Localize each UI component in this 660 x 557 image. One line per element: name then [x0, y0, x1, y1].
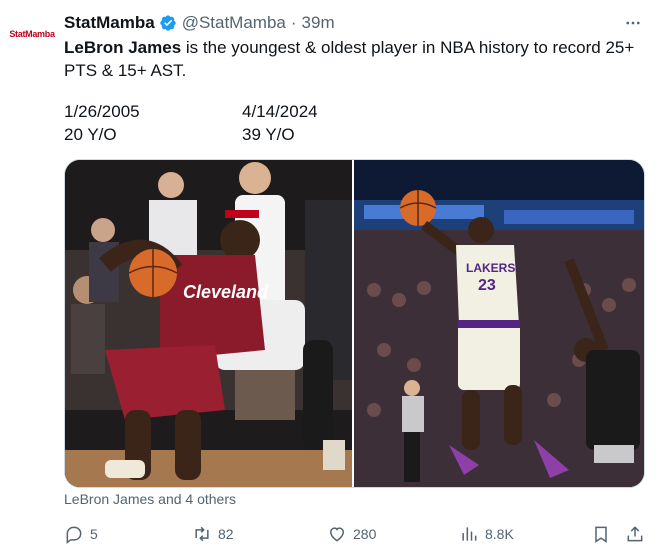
repost-button[interactable]: 82: [192, 520, 234, 548]
like-count: 280: [353, 526, 377, 542]
repost-count: 82: [218, 526, 234, 542]
timestamp[interactable]: 39m: [302, 13, 335, 33]
jersey-text-lakers: LAKERS: [466, 261, 515, 275]
reply-button[interactable]: 5: [64, 520, 98, 548]
avatar[interactable]: StatMamba: [9, 24, 55, 44]
reply-icon: [66, 526, 82, 544]
share-button[interactable]: [625, 520, 651, 548]
date-label: 1/26/2005: [64, 102, 140, 121]
age-label: 39 Y/O: [242, 125, 295, 144]
media-grid: Cleveland LAKERS 23: [64, 159, 645, 488]
separator-dot: ·: [290, 13, 297, 32]
photo-lebron-lakers[interactable]: LAKERS 23: [354, 160, 644, 487]
bookmark-button[interactable]: [591, 520, 617, 548]
photo-lebron-cavaliers[interactable]: Cleveland: [65, 160, 354, 487]
tweet-header: StatMamba @StatMamba · 39m: [64, 12, 335, 34]
tagged-people[interactable]: LeBron James and 4 others: [64, 491, 236, 507]
like-button[interactable]: 280: [327, 520, 376, 548]
age-label: 20 Y/O: [64, 125, 117, 144]
photo-lebron-lakers-illustration: LAKERS 23: [354, 160, 644, 487]
like-icon: [329, 527, 345, 542]
share-icon: [627, 526, 643, 542]
user-handle[interactable]: @StatMamba: [182, 13, 286, 33]
views-button[interactable]: 8.8K: [459, 520, 514, 548]
views-icon: [462, 527, 477, 541]
action-bar: 5 82 280 8.8K: [64, 520, 647, 548]
date-label: 4/14/2024: [242, 102, 318, 121]
repost-icon: [195, 526, 209, 542]
avatar-logo-text: StatMamba: [9, 29, 55, 39]
date-column-2024: 4/14/2024 39 Y/O: [242, 100, 318, 146]
display-name[interactable]: StatMamba: [64, 13, 155, 33]
more-icon[interactable]: [622, 12, 644, 34]
views-count: 8.8K: [485, 526, 514, 542]
verified-badge-icon: [160, 15, 176, 31]
tweet-text: LeBron James is the youngest & oldest pl…: [64, 36, 649, 82]
jersey-text-cleveland: Cleveland: [183, 282, 269, 302]
jersey-number-lakers: 23: [478, 277, 496, 294]
bookmark-icon: [595, 526, 607, 543]
photo-lebron-cavaliers-illustration: Cleveland: [65, 160, 352, 487]
tweet-name-bold: LeBron James: [64, 38, 182, 57]
date-column-2005: 1/26/2005 20 Y/O: [64, 100, 140, 146]
reply-count: 5: [90, 526, 98, 542]
